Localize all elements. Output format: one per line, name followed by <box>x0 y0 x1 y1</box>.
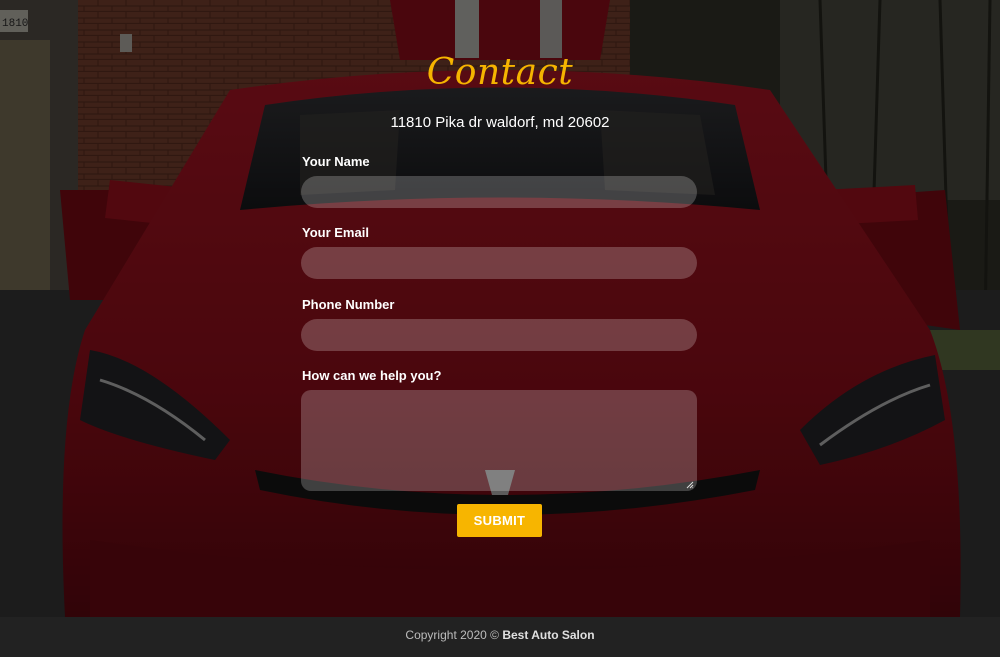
email-input[interactable] <box>301 247 697 279</box>
copyright-text: Copyright 2020 © <box>405 628 499 642</box>
contact-section: Contact 11810 Pika dr waldorf, md 20602 … <box>0 0 1000 617</box>
resize-grip-icon[interactable] <box>686 481 694 489</box>
page-title: Contact <box>426 52 574 93</box>
company-name: Best Auto Salon <box>502 628 595 642</box>
address-text: 11810 Pika dr waldorf, md 20602 <box>390 114 610 131</box>
phone-input[interactable] <box>301 319 697 351</box>
name-input[interactable] <box>301 176 697 208</box>
phone-label: Phone Number <box>302 297 395 312</box>
submit-button[interactable]: SUBMIT <box>457 504 542 537</box>
message-textarea[interactable] <box>301 390 697 491</box>
footer: Copyright 2020 © Best Auto Salon <box>0 617 1000 657</box>
email-label: Your Email <box>302 225 369 240</box>
name-label: Your Name <box>302 154 370 169</box>
message-label: How can we help you? <box>302 368 442 383</box>
